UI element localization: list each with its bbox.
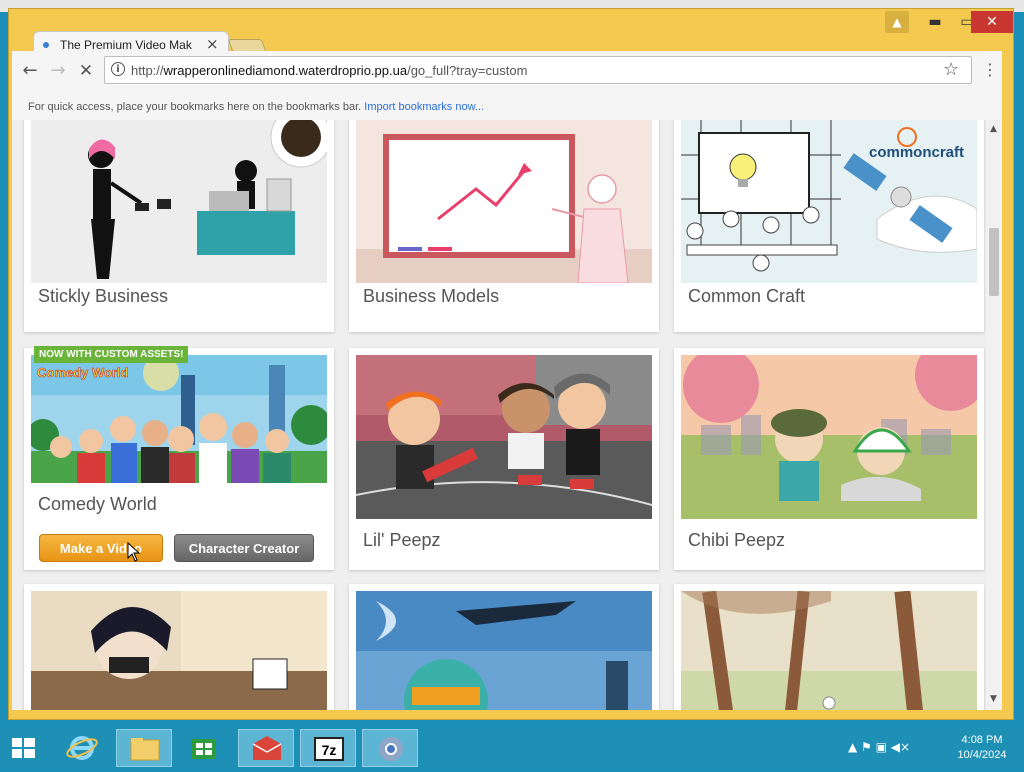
theme-title: Comedy World (38, 494, 157, 514)
theme-thumbnail (681, 591, 977, 710)
comedy-world-illustration: Comedy World (31, 355, 327, 483)
profile-icon[interactable]: ▲ (885, 11, 909, 33)
clock-date: 10/4/2024 (957, 749, 1007, 761)
theme-title: Lil' Peepz (363, 530, 441, 550)
close-window-button[interactable]: ✕ (971, 11, 1013, 33)
taskbar-file-explorer[interactable] (116, 729, 172, 767)
theme-card-anime[interactable] (24, 584, 334, 710)
theme-thumbnail (31, 120, 327, 283)
system-tray[interactable]: ▲ ⚑ ▣ ◀× (848, 740, 910, 754)
browser-menu-icon[interactable]: ⋮ (982, 59, 998, 81)
7zip-icon: 7z (314, 737, 344, 761)
winrar-icon (252, 736, 282, 760)
bookmarks-bar: For quick access, place your bookmarks h… (28, 101, 484, 113)
clock-time: 4:08 PM (961, 734, 1003, 746)
url-host: wrapperonlinediamond.waterdroprio.pp.ua (163, 63, 408, 78)
theme-title: Stickly Business (38, 286, 169, 306)
theme-title: Business Models (363, 286, 500, 306)
chrome-icon (379, 737, 403, 761)
taskbar-7zip[interactable]: 7z (300, 729, 356, 767)
theme-thumbnail: commoncraft (681, 120, 977, 283)
theme-title: Common Craft (688, 286, 806, 306)
theme-title: Chibi Peepz (688, 530, 786, 550)
mouse-cursor-icon (127, 542, 141, 562)
make-video-button[interactable]: Make a Video (39, 534, 163, 562)
custom-assets-badge: NOW WITH CUSTOM ASSETS! (34, 346, 189, 363)
store-icon (192, 739, 216, 759)
page-content: Stickly Business Business Models commonc… (12, 120, 986, 710)
windows-logo-icon (12, 738, 35, 758)
theme-thumbnail (356, 120, 652, 283)
scroll-up-icon[interactable]: ▲ (990, 124, 997, 134)
address-bar[interactable]: i http://wrapperonlinediamond.waterdropr… (104, 56, 972, 84)
commoncraft-logo: commoncraft (869, 144, 964, 161)
bookmark-star-icon[interactable]: ☆ (943, 59, 959, 80)
theme-card-forest[interactable] (674, 584, 984, 710)
bookmarks-hint: For quick access, place your bookmarks h… (28, 101, 362, 113)
forest-theme-illustration (681, 591, 977, 710)
folder-icon (130, 738, 160, 761)
common-craft-illustration: commoncraft (681, 120, 977, 283)
theme-card-lil-peepz[interactable]: Lil' Peepz (349, 348, 659, 570)
theme-thumbnail: Comedy World (31, 355, 327, 483)
taskbar-chrome[interactable] (362, 729, 418, 767)
business-models-illustration (356, 120, 652, 283)
svg-text:7z: 7z (322, 742, 337, 758)
theme-thumbnail (31, 591, 327, 710)
scrollbar-thumb[interactable] (989, 228, 999, 296)
anime-theme-illustration (31, 591, 327, 710)
loading-favicon-icon (43, 42, 49, 48)
vertical-scrollbar[interactable]: ▲ ▼ (986, 120, 1002, 710)
stickly-business-illustration (31, 120, 327, 283)
internet-explorer-icon (66, 736, 98, 760)
forward-button[interactable]: → (46, 59, 70, 83)
taskbar-clock[interactable]: 4:08 PM 10/4/2024 (948, 733, 1016, 763)
theme-card-stickly-business[interactable]: Stickly Business (24, 120, 334, 332)
theme-card-space[interactable] (349, 584, 659, 710)
theme-card-chibi-peepz[interactable]: Chibi Peepz (674, 348, 984, 570)
theme-thumbnail (681, 355, 977, 519)
import-bookmarks-link[interactable]: Import bookmarks now... (364, 101, 484, 113)
browser-toolbar: ← → ✕ i http://wrapperonlinediamond.wate… (12, 51, 1002, 121)
taskbar-store[interactable] (176, 729, 232, 767)
theme-card-common-craft[interactable]: commoncraft Common Craft (674, 120, 984, 332)
minimize-button[interactable]: ▬ (921, 11, 949, 33)
scroll-down-icon[interactable]: ▼ (990, 694, 997, 704)
theme-thumbnail (356, 355, 652, 519)
back-button[interactable]: ← (18, 59, 42, 83)
tab-title: The Premium Video Mak (60, 38, 192, 52)
lil-peepz-illustration (356, 355, 652, 519)
character-creator-button[interactable]: Character Creator (174, 534, 314, 562)
url-path: /go_full?tray=custom (407, 63, 528, 78)
theme-thumbnail (356, 591, 652, 710)
space-theme-illustration (356, 591, 652, 710)
url-text: http://wrapperonlinediamond.waterdroprio… (131, 63, 527, 78)
stop-loading-button[interactable]: ✕ (74, 59, 98, 83)
taskbar-internet-explorer[interactable] (54, 729, 110, 767)
chibi-peepz-illustration (681, 355, 977, 519)
url-scheme: http:// (131, 63, 164, 78)
taskbar-archive-app[interactable] (238, 729, 294, 767)
start-button[interactable] (0, 729, 48, 767)
theme-card-business-models[interactable]: Business Models (349, 120, 659, 332)
site-info-icon[interactable]: i (111, 62, 125, 76)
comedy-world-logo: Comedy World (37, 365, 129, 380)
taskbar: 7z ▲ ⚑ ▣ ◀× 4:08 PM 10/4/2024 (0, 728, 1024, 768)
theme-card-comedy-world[interactable]: Comedy World NOW WITH CUSTOM ASSETS! Com… (24, 346, 334, 570)
